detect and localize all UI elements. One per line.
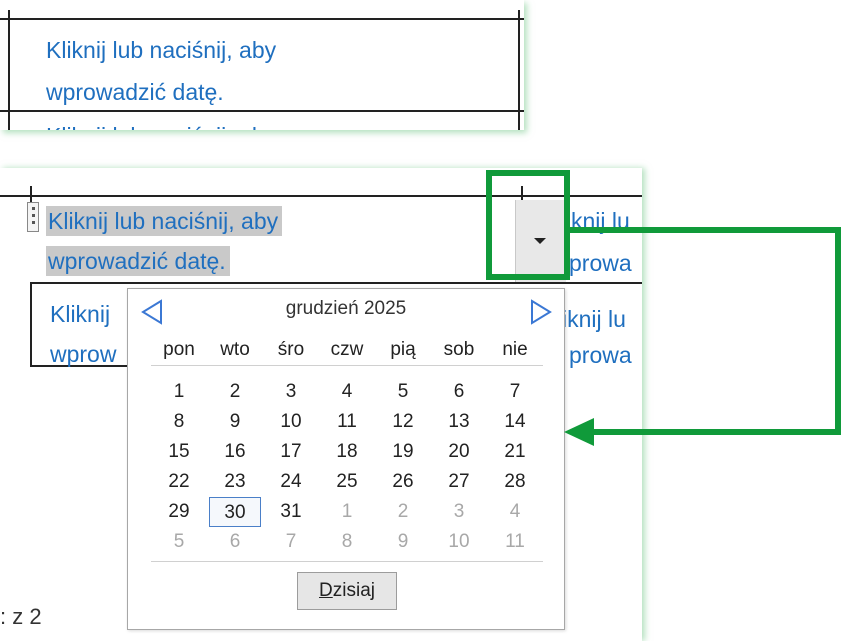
weekday-label: sob (443, 339, 475, 360)
calendar-divider (151, 561, 543, 562)
weekday-label: pią (390, 339, 416, 360)
calendar-week-row: 8 9 10 11 12 13 14 (151, 407, 543, 437)
calendar-week-row: 5 6 7 8 9 10 11 (151, 527, 543, 557)
today-button[interactable]: Dzisiaj (297, 572, 397, 610)
calendar-month-title: grudzień 2025 (285, 298, 407, 319)
date-picker-calendar: grudzień 2025 pon wto śro czw pią sob ni… (127, 288, 565, 630)
calendar-day[interactable]: 5 (375, 377, 431, 407)
calendar-day-next-month[interactable]: 2 (375, 497, 431, 527)
calendar-day[interactable]: 22 (151, 467, 207, 497)
calendar-day-grid: 1 2 3 4 5 6 7 8 9 10 11 12 13 14 15 16 1… (151, 377, 543, 557)
calendar-day[interactable]: 2 (207, 377, 263, 407)
calendar-day[interactable]: 11 (319, 407, 375, 437)
calendar-day[interactable]: 8 (151, 407, 207, 437)
weekday-label: nie (502, 339, 528, 360)
calendar-day[interactable]: 9 (207, 407, 263, 437)
calendar-day-next-month[interactable]: 4 (487, 497, 543, 527)
lower-cell-line1: Kliknij (50, 301, 111, 327)
weekday-header-row: pon wto śro czw pią sob nie (151, 339, 543, 366)
page-counter: : z 2 (0, 604, 42, 629)
content-control-handle-icon[interactable] (27, 202, 39, 232)
date-placeholder-cut: Kliknij lub naciśnij, aby (46, 118, 276, 130)
calendar-day[interactable]: 15 (151, 437, 207, 467)
table-border-left-bottom (30, 282, 32, 366)
date-placeholder-line2[interactable]: wprowadzić datę. (46, 74, 224, 110)
next-cell-line2: prowa (569, 250, 632, 276)
calendar-day[interactable]: 3 (263, 377, 319, 407)
calendar-day[interactable]: 12 (375, 407, 431, 437)
calendar-day[interactable]: 29 (151, 497, 207, 527)
calendar-day-next-month[interactable]: 10 (431, 527, 487, 557)
weekday-label: czw (330, 339, 364, 360)
calendar-day-next-month[interactable]: 11 (487, 527, 543, 557)
calendar-day[interactable]: 25 (319, 467, 375, 497)
calendar-day[interactable]: 7 (487, 377, 543, 407)
calendar-day[interactable]: 6 (431, 377, 487, 407)
weekday-label: pon (163, 339, 195, 360)
calendar-day[interactable]: 17 (263, 437, 319, 467)
calendar-day-next-month[interactable]: 1 (319, 497, 375, 527)
top-table-snippet: Kliknij lub naciśnij, aby wprowadzić dat… (0, 0, 524, 130)
calendar-day-next-month[interactable]: 5 (151, 527, 207, 557)
calendar-day-next-month[interactable]: 9 (375, 527, 431, 557)
table-border-row (0, 110, 524, 112)
date-field-line2[interactable]: wprowadzić datę. (46, 246, 230, 276)
table-border-left (8, 10, 10, 130)
table-border-top (0, 18, 524, 20)
calendar-day[interactable]: 27 (431, 467, 487, 497)
calendar-week-row: 15 16 17 18 19 20 21 (151, 437, 543, 467)
calendar-day[interactable]: 26 (375, 467, 431, 497)
today-button-accesskey: D (319, 580, 333, 601)
calendar-day[interactable]: 4 (319, 377, 375, 407)
triangle-right-icon (531, 299, 552, 325)
table-border-right (518, 10, 520, 130)
calendar-day[interactable]: 10 (263, 407, 319, 437)
weekday-label: śro (277, 339, 305, 360)
calendar-week-row: 1 2 3 4 5 6 7 (151, 377, 543, 407)
table-border-row (30, 282, 642, 284)
date-placeholder-line1[interactable]: Kliknij lub naciśnij, aby (46, 32, 276, 68)
calendar-day[interactable]: 1 (151, 377, 207, 407)
calendar-day[interactable]: 28 (487, 467, 543, 497)
lower-cell-line2: wprow (50, 341, 117, 367)
calendar-day[interactable]: 24 (263, 467, 319, 497)
calendar-week-row: 22 23 24 25 26 27 28 (151, 467, 543, 497)
calendar-day[interactable]: 16 (207, 437, 263, 467)
calendar-day[interactable]: 14 (487, 407, 543, 437)
next-month-button[interactable] (528, 298, 554, 326)
calendar-week-row: 29 30 31 1 2 3 4 (151, 497, 543, 527)
lower-next-cell-line2: prowa (569, 342, 632, 368)
weekday-label: wto (220, 339, 250, 360)
calendar-day[interactable]: 19 (375, 437, 431, 467)
calendar-day-next-month[interactable]: 3 (431, 497, 487, 527)
dropdown-highlight-box (486, 170, 570, 280)
calendar-day-next-month[interactable]: 6 (207, 527, 263, 557)
lower-next-cell-line1: iknij lu (562, 306, 626, 332)
today-button-label: zisiaj (332, 580, 375, 601)
calendar-day-today[interactable]: 30 (209, 497, 261, 527)
calendar-header: grudzień 2025 (128, 289, 564, 331)
calendar-day[interactable]: 21 (487, 437, 543, 467)
calendar-day-next-month[interactable]: 7 (263, 527, 319, 557)
calendar-day[interactable]: 31 (263, 497, 319, 527)
calendar-day-next-month[interactable]: 8 (319, 527, 375, 557)
date-field-line1[interactable]: Kliknij lub naciśnij, aby (46, 206, 283, 236)
calendar-day[interactable]: 23 (207, 467, 263, 497)
next-cell-line1: knij lu (571, 208, 630, 234)
calendar-day[interactable]: 13 (431, 407, 487, 437)
calendar-day[interactable]: 20 (431, 437, 487, 467)
calendar-day[interactable]: 18 (319, 437, 375, 467)
